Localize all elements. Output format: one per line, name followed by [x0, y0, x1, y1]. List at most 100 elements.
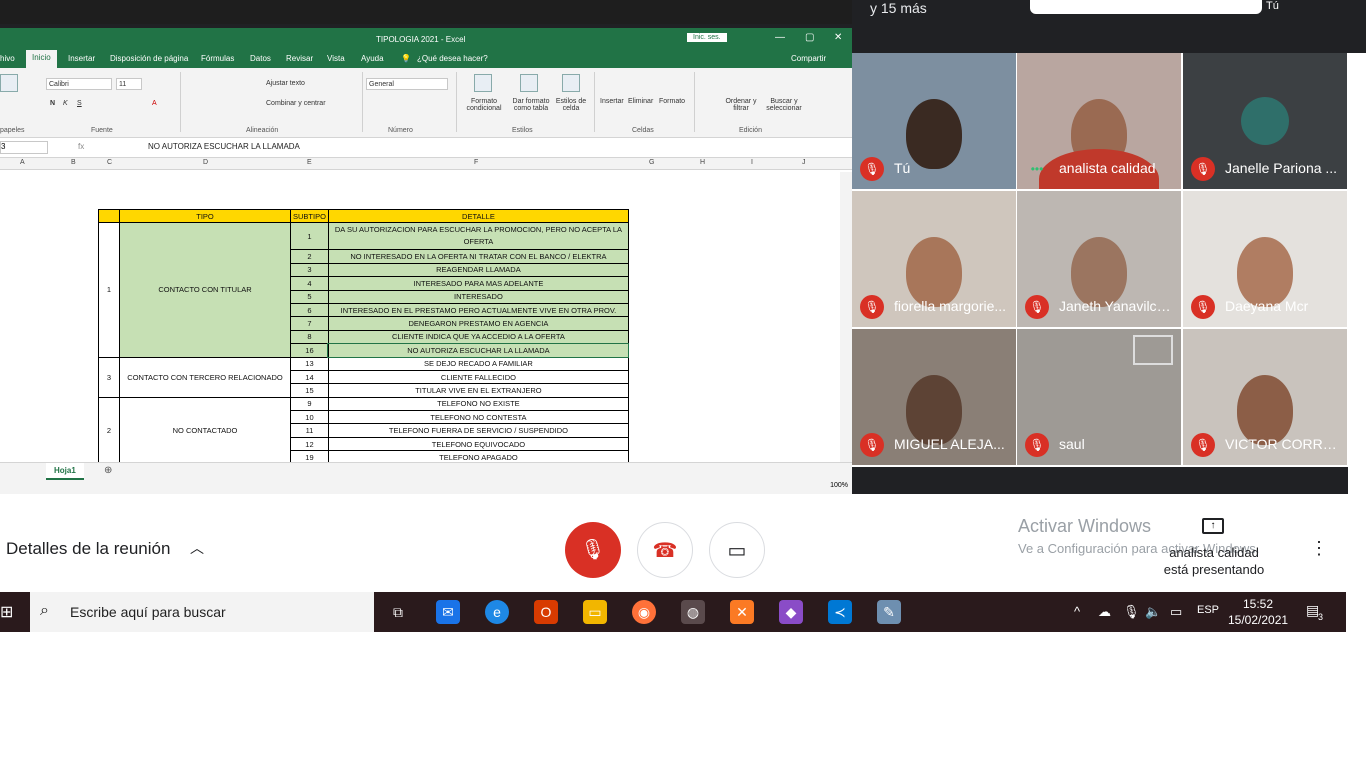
video-tile[interactable]: ••• analista calidad	[1017, 53, 1181, 189]
video-tile[interactable]: 🎙 Janeth Yanavilca...	[1017, 191, 1181, 327]
add-sheet-icon[interactable]: ⊕	[104, 465, 112, 476]
language-indicator[interactable]: ESP	[1197, 604, 1219, 616]
sort-filter-button[interactable]: Ordenar y filtrar	[724, 98, 758, 112]
detalle-cell[interactable]: DENEGARON PRESTAMO EN AGENCIA	[327, 316, 629, 331]
video-tile[interactable]: 🎙 VICTOR CORREA	[1183, 329, 1347, 465]
close-icon[interactable]: ✕	[834, 32, 842, 43]
fx-icon[interactable]: fx	[78, 142, 84, 151]
cell-styles-icon[interactable]	[562, 74, 580, 92]
sheet-tab-hoja1[interactable]: Hoja1	[46, 463, 84, 480]
firefox-icon[interactable]: ◉	[632, 600, 656, 624]
taskbar-search[interactable]: ⌕ Escribe aquí para buscar	[30, 592, 374, 632]
col-header[interactable]: I	[751, 159, 753, 166]
detalle-cell[interactable]: SE DEJO RECADO A FAMILIAR	[327, 356, 629, 371]
selected-cell[interactable]: NO AUTORIZA ESCUCHAR LA LLAMADA	[327, 342, 630, 359]
subtipo-cell[interactable]: 2	[290, 249, 329, 264]
onedrive-icon[interactable]: ☁	[1098, 604, 1111, 620]
zoom-level[interactable]: 100%	[830, 482, 848, 489]
group-id[interactable]: 1	[98, 222, 120, 358]
font-size-select[interactable]: 11	[116, 78, 142, 90]
group-tipo[interactable]: NO CONTACTADO	[119, 396, 291, 465]
paint-icon[interactable]: ✎	[877, 600, 901, 624]
tab-home[interactable]: Inicio	[26, 50, 57, 68]
app-icon[interactable]: ◆	[779, 600, 803, 624]
header-detalle[interactable]: DETALLE	[327, 209, 629, 224]
more-options-icon[interactable]: ⋮	[1310, 538, 1328, 559]
volume-icon[interactable]: 🔈	[1145, 604, 1161, 620]
subtipo-cell[interactable]: 3	[290, 262, 329, 278]
col-header[interactable]: B	[71, 159, 76, 166]
camera-button[interactable]: ▭	[709, 522, 765, 578]
insert-cells-button[interactable]: Insertar	[600, 98, 624, 105]
bold-icon[interactable]: N	[50, 100, 55, 107]
group-id[interactable]: 3	[98, 356, 120, 398]
merge-center-button[interactable]: Combinar y centrar	[266, 100, 326, 107]
subtipo-cell[interactable]: 15	[290, 383, 329, 398]
subtipo-cell[interactable]: 4	[290, 276, 329, 291]
col-header[interactable]: C	[107, 159, 112, 166]
task-view-icon[interactable]: ⧉	[386, 600, 410, 624]
share-button[interactable]: Compartir	[791, 54, 826, 63]
vscode-icon[interactable]: ≺	[828, 600, 852, 624]
subtipo-cell[interactable]: 11	[290, 423, 329, 438]
subtipo-cell[interactable]: 6	[290, 302, 329, 318]
format-cells-button[interactable]: Formato	[659, 98, 685, 105]
edge-icon[interactable]: e	[485, 600, 509, 624]
cell-styles-button[interactable]: Estilos de celda	[552, 98, 590, 112]
tab-view[interactable]: Vista	[327, 54, 345, 63]
paste-icon[interactable]	[0, 74, 18, 92]
subtipo-cell[interactable]: 8	[290, 329, 329, 345]
subtipo-cell[interactable]: 9	[290, 396, 329, 412]
underline-icon[interactable]: S	[77, 100, 82, 107]
chevron-up-icon[interactable]: ︿	[190, 538, 204, 558]
minimize-icon[interactable]: —	[775, 32, 785, 43]
present-screen-icon[interactable]: ↑	[1202, 518, 1224, 534]
detalle-cell[interactable]: CLIENTE FALLECIDO	[327, 369, 629, 385]
tab-review[interactable]: Revisar	[286, 54, 313, 63]
col-header[interactable]: E	[307, 159, 312, 166]
xampp-icon[interactable]: ✕	[730, 600, 754, 624]
video-tile[interactable]: 🎙 saul	[1017, 329, 1181, 465]
file-explorer-icon[interactable]: ▭	[583, 600, 607, 624]
conditional-format-icon[interactable]	[474, 74, 492, 92]
detalle-cell[interactable]: TELEFONO NO EXISTE	[327, 396, 629, 412]
maximize-icon[interactable]: ▢	[805, 32, 814, 43]
name-box[interactable]: 3	[0, 141, 48, 154]
detalle-cell[interactable]: TELEFONO FUERRA DE SERVICIO / SUSPENDIDO	[327, 423, 629, 438]
vertical-scrollbar[interactable]	[840, 172, 852, 462]
col-header[interactable]: A	[20, 159, 25, 166]
col-header[interactable]: G	[649, 159, 654, 166]
col-header[interactable]: D	[203, 159, 208, 166]
subtipo-cell[interactable]: 14	[290, 369, 329, 385]
tab-page-layout[interactable]: Disposición de página	[110, 54, 188, 63]
col-header[interactable]: F	[474, 159, 478, 166]
microphone-icon[interactable]: 🎙	[1123, 604, 1140, 620]
header-tipo[interactable]: TIPO	[119, 209, 291, 224]
formula-input[interactable]: NO AUTORIZA ESCUCHAR LA LLAMADA	[148, 142, 300, 151]
video-tile[interactable]: 🎙 MIGUEL ALEJA...	[852, 329, 1016, 465]
detalle-cell[interactable]: INTERESADO EN EL PRESTAMO PERO ACTUALMEN…	[327, 302, 629, 318]
sign-in-button[interactable]: Inic. ses.	[687, 33, 727, 42]
office-icon[interactable]: O	[534, 600, 558, 624]
font-color-icon[interactable]: A	[152, 100, 157, 107]
windows-start-icon[interactable]: ⊞	[0, 602, 20, 622]
chevron-up-icon[interactable]: ^	[1074, 604, 1080, 619]
video-tile[interactable]: 🎙 Tú	[852, 53, 1016, 189]
col-header[interactable]: H	[700, 159, 705, 166]
detalle-cell[interactable]: INTERESADO	[327, 289, 629, 304]
detalle-cell[interactable]: REAGENDAR LLAMADA	[327, 262, 629, 278]
tab-file[interactable]: hivo	[0, 54, 15, 63]
tell-me-search[interactable]: ¿Qué desea hacer?	[417, 54, 488, 63]
subtipo-cell[interactable]: 1	[290, 222, 329, 251]
chrome-icon[interactable]: ◍	[681, 600, 705, 624]
video-tile[interactable]: 🎙 Daeyana Mcr	[1183, 191, 1347, 327]
header-subtipo[interactable]: SUBTIPO	[290, 209, 329, 224]
italic-icon[interactable]: K	[63, 100, 68, 107]
subtipo-cell[interactable]: 5	[290, 289, 329, 304]
col-header[interactable]: J	[802, 159, 806, 166]
video-tile[interactable]: 🎙 fiorella margorie...	[852, 191, 1016, 327]
subtipo-cell[interactable]: 13	[290, 356, 329, 371]
subtipo-cell[interactable]: 12	[290, 436, 329, 452]
detalle-cell[interactable]: TITULAR VIVE EN EL EXTRANJERO	[327, 383, 629, 398]
tab-formulas[interactable]: Fórmulas	[201, 54, 234, 63]
